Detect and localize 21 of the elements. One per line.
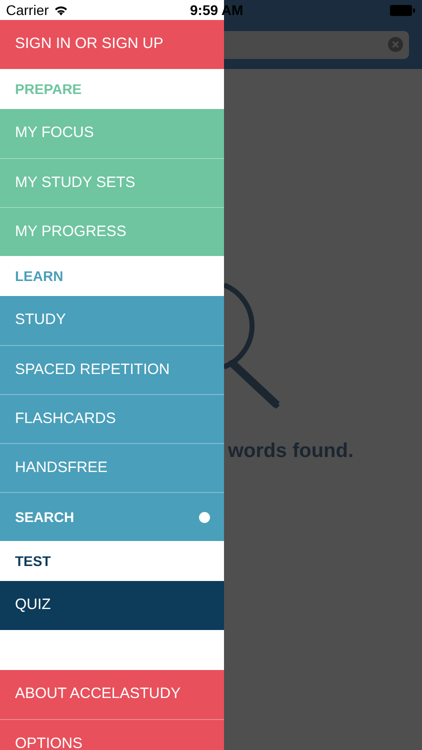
search-icon xyxy=(224,283,280,409)
menu-item[interactable]: QUIZ xyxy=(0,581,224,630)
search-field[interactable] xyxy=(224,30,409,58)
section-header: LEARN xyxy=(14,266,64,286)
wifi-icon xyxy=(54,4,68,16)
section-header: PREPARE xyxy=(14,80,83,98)
menu-item[interactable]: STUDY xyxy=(0,296,224,345)
menu-item[interactable]: SPACED REPETITION xyxy=(0,345,224,394)
section-header: TEST xyxy=(14,552,52,570)
sign-in-button[interactable]: SIGN IN OR SIGN UP xyxy=(0,20,224,69)
menu-item[interactable]: MY FOCUS xyxy=(0,109,224,158)
clear-icon[interactable] xyxy=(388,37,403,52)
menu-item[interactable]: FLASHCARDS xyxy=(0,394,224,443)
menu-item[interactable]: OPTIONS xyxy=(0,719,224,750)
battery-icon xyxy=(390,4,415,16)
menu-item[interactable]: HANDSFREE xyxy=(0,443,224,492)
menu-item[interactable]: SEARCH xyxy=(0,492,224,541)
menu-item[interactable]: MY STUDY SETS xyxy=(0,158,224,207)
menu-item[interactable]: ABOUT ACCELASTUDY xyxy=(0,670,224,719)
carrier-label: Carrier xyxy=(6,0,49,20)
menu-item[interactable]: MY PROGRESS xyxy=(0,207,224,256)
